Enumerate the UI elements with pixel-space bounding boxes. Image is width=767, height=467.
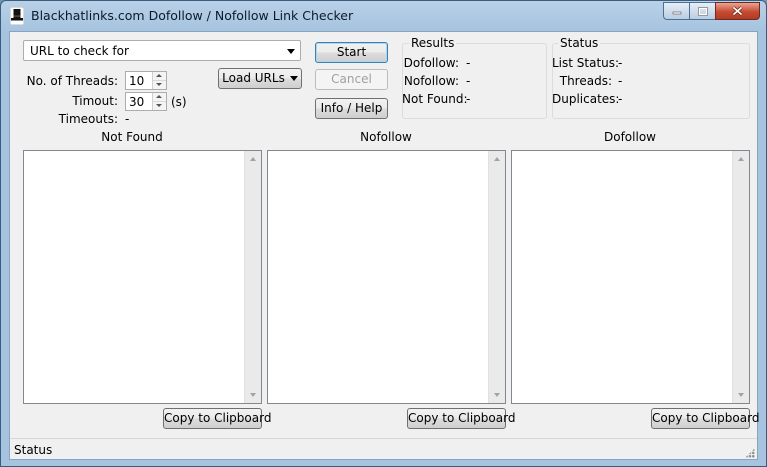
threads-status-value: - [618,74,623,88]
top-hat-icon [10,7,24,25]
dofollow-header: Dofollow [604,130,656,144]
close-button[interactable] [715,2,760,20]
dofollow-value: - [466,56,471,70]
list-status-label: List Status: [552,56,620,70]
dofollow-scrollbar[interactable] [732,151,749,403]
timeout-up-button[interactable] [153,93,166,102]
nofollow-label: Nofollow: [403,74,459,88]
dofollow-label: Dofollow: [403,56,459,70]
threads-value: 10 [129,74,145,88]
maximize-icon [697,6,708,16]
url-combo-value: URL to check for [30,44,129,58]
scroll-down-icon [494,393,500,397]
arrow-up-icon [156,74,162,77]
timeout-down-button[interactable] [153,102,166,110]
nofollow-header: Nofollow [360,130,412,144]
copy-dofollow-button[interactable]: Copy to Clipboard [651,408,759,429]
notfound-label: Not Found: [402,92,468,106]
window-title: Blackhatlinks.com Dofollow / Nofollow Li… [31,8,354,23]
client-area: URL to check for No. of Threads: 10 Timo… [9,31,759,460]
scroll-up-icon [250,157,256,161]
copy-notfound-button[interactable]: Copy to Clipboard [163,408,271,429]
arrow-down-icon [156,104,162,107]
threads-down-button[interactable] [153,81,166,89]
notfound-scrollbar[interactable] [244,151,261,403]
copy-nofollow-button[interactable]: Copy to Clipboard [407,408,515,429]
url-combo[interactable]: URL to check for [23,40,301,61]
notfound-list[interactable] [23,150,262,404]
arrow-up-icon [156,95,162,98]
close-icon [732,6,743,16]
notfound-value: - [466,92,471,106]
scroll-up-icon [738,157,744,161]
title-bar[interactable]: Blackhatlinks.com Dofollow / Nofollow Li… [1,1,766,31]
dropdown-arrow-icon [289,76,298,81]
nofollow-list[interactable] [267,150,506,404]
scroll-up-icon [494,157,500,161]
threads-up-button[interactable] [153,72,166,81]
results-title: Results [409,36,457,50]
status-bar: Status [10,438,757,460]
timeout-stepper[interactable]: 30 [125,92,167,111]
cancel-button[interactable]: Cancel [315,69,388,90]
timeout-unit: (s) [171,95,187,109]
scroll-down-icon [250,393,256,397]
duplicates-label: Duplicates: [552,92,620,106]
threads-status-label: Threads: [559,74,612,88]
window-controls [663,2,760,20]
nofollow-value: - [466,74,471,88]
resize-grip-icon[interactable] [745,448,755,458]
notfound-header: Not Found [101,130,163,144]
status-text: Status [14,443,53,457]
timeouts-label: Timeouts: [58,112,118,126]
dofollow-list[interactable] [511,150,750,404]
threads-label: No. of Threads: [26,74,118,88]
maximize-button[interactable] [689,2,715,20]
timeouts-value: - [125,112,130,126]
minimize-icon [672,11,681,15]
timeout-stepper-buttons [152,93,166,110]
info-help-button[interactable]: Info / Help [315,98,388,119]
start-button[interactable]: Start [315,42,388,63]
status-title: Status [558,36,601,50]
chevron-down-icon [287,49,295,54]
nofollow-scrollbar[interactable] [488,151,505,403]
duplicates-value: - [618,92,623,106]
load-urls-label: Load URLs [222,71,285,85]
list-status-value: - [618,56,623,70]
threads-stepper[interactable]: 10 [125,71,167,90]
scroll-down-icon [738,393,744,397]
timeout-label: Timout: [72,94,118,108]
load-urls-button[interactable]: Load URLs [218,68,302,89]
arrow-down-icon [156,83,162,86]
threads-stepper-buttons [152,72,166,89]
minimize-button[interactable] [663,2,689,20]
app-window: Blackhatlinks.com Dofollow / Nofollow Li… [0,0,767,467]
timeout-value: 30 [129,95,145,109]
